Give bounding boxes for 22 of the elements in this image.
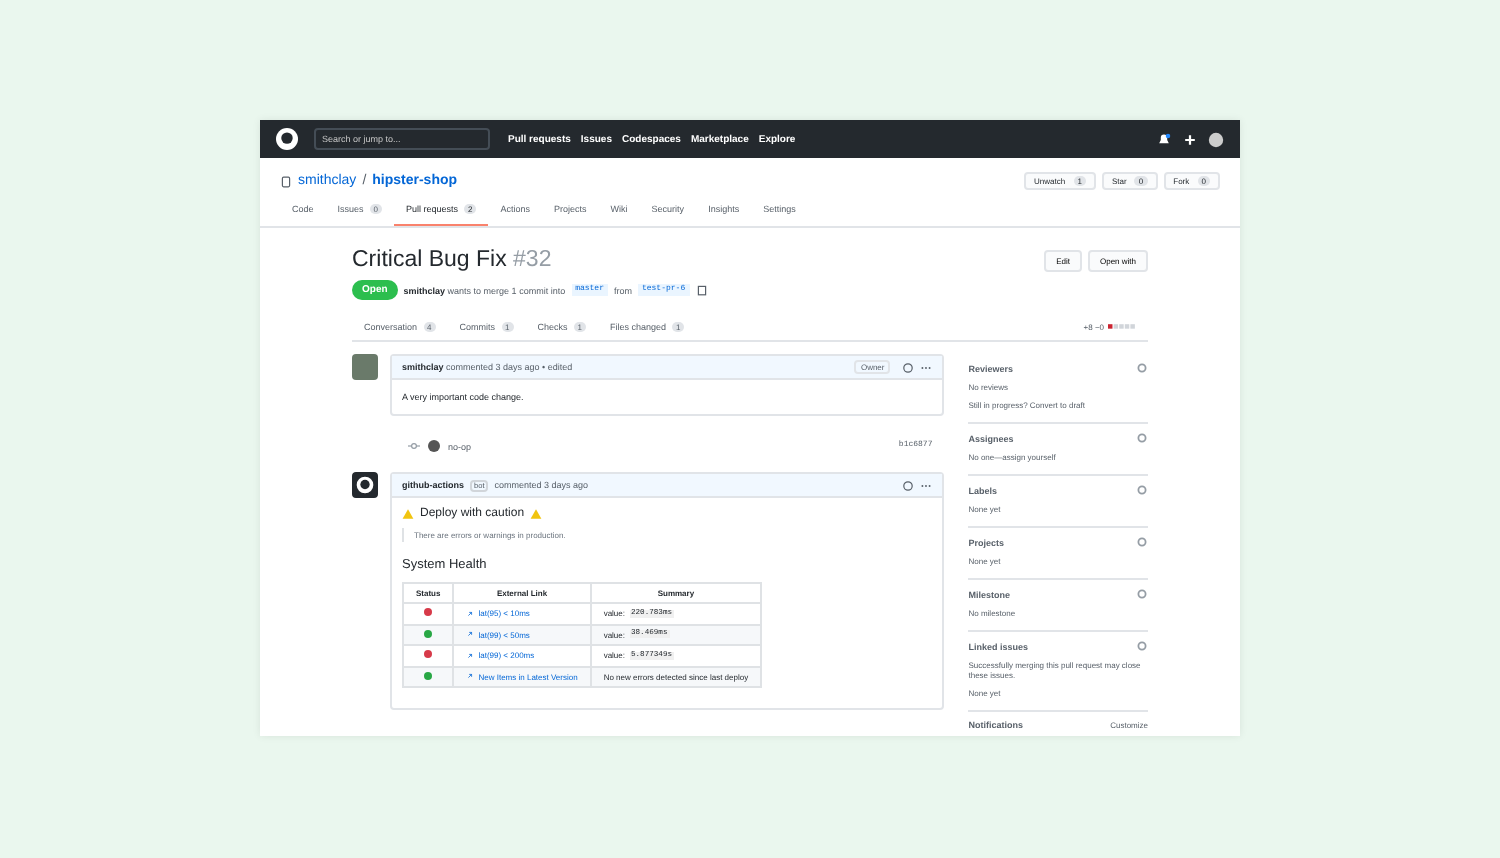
avatar <box>352 354 378 380</box>
gear-icon[interactable] <box>1136 432 1148 444</box>
bot-avatar-icon <box>352 472 378 498</box>
diffstat-bar-icon <box>1108 324 1136 330</box>
gear-icon[interactable] <box>1136 536 1148 548</box>
smiley-icon[interactable] <box>902 361 915 373</box>
gear-icon[interactable] <box>1136 640 1148 652</box>
logo-icon[interactable] <box>276 128 298 150</box>
commit-icon <box>408 440 420 452</box>
smiley-icon[interactable] <box>902 479 915 491</box>
repo-icon <box>280 175 292 187</box>
pr-title: Critical Bug Fix #32 <box>352 248 552 272</box>
warning-icon <box>530 508 543 520</box>
gear-icon[interactable] <box>1136 362 1148 374</box>
avatar <box>428 440 440 452</box>
copy-icon[interactable] <box>695 284 708 296</box>
gear-icon[interactable] <box>1136 588 1148 600</box>
plus-icon[interactable] <box>1182 131 1198 147</box>
warning-icon <box>402 508 414 520</box>
bell-icon[interactable] <box>1156 131 1172 147</box>
gear-icon[interactable] <box>1136 484 1148 496</box>
avatar-icon[interactable] <box>1208 131 1224 147</box>
